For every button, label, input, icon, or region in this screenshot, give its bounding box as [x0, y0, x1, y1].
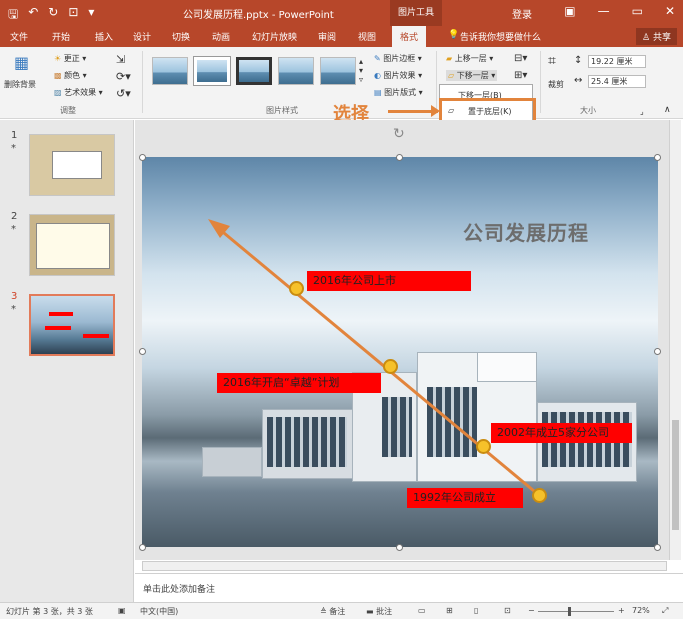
timeline-dot[interactable] — [532, 488, 547, 503]
scroll-thumb[interactable] — [672, 420, 679, 530]
timeline-label[interactable]: 1992年公司成立 — [407, 488, 523, 508]
timeline-dot[interactable] — [383, 359, 398, 374]
comment-icon: ▬ — [366, 607, 377, 616]
timeline-dot[interactable] — [289, 281, 304, 296]
slide-info: 幻灯片 第 3 张，共 3 张 — [6, 607, 93, 616]
spellcheck-icon[interactable]: ▣ — [118, 606, 126, 615]
timeline-label[interactable]: 2016年开启“卓越”计划 — [217, 373, 381, 393]
zoom-level[interactable]: 72% — [632, 606, 650, 615]
zoom-out-icon[interactable]: − — [528, 606, 535, 615]
language-indicator[interactable]: 中文(中国) — [140, 606, 178, 617]
comments-button[interactable]: ▬ 批注 — [366, 606, 392, 617]
timeline-label[interactable]: 2002年成立5家分公司 — [491, 423, 632, 443]
slideshow-icon[interactable]: ⊡ — [504, 606, 511, 615]
timeline-dot[interactable] — [476, 439, 491, 454]
notes-pane[interactable]: 单击此处添加备注 — [135, 573, 683, 601]
reading-view-icon[interactable]: ▯ — [474, 606, 478, 615]
zoom-in-icon[interactable]: + — [618, 606, 625, 615]
notes-button[interactable]: ≜ 备注 — [320, 606, 345, 617]
vertical-scrollbar[interactable] — [669, 120, 681, 560]
zoom-slider[interactable] — [538, 611, 614, 612]
normal-view-icon[interactable]: ▭ — [418, 606, 426, 615]
fit-to-window-icon[interactable]: ⤢ — [662, 606, 668, 616]
timeline-label[interactable]: 2016年公司上市 — [307, 271, 471, 291]
zoom-slider-knob[interactable] — [568, 607, 571, 616]
notes-placeholder: 单击此处添加备注 — [143, 585, 216, 595]
status-bar: 幻灯片 第 3 张，共 3 张 ▣ 中文(中国) ≜ 备注 ▬ 批注 ▭ ⊞ ▯… — [0, 602, 683, 619]
slide-sorter-icon[interactable]: ⊞ — [446, 606, 453, 615]
timeline-arrow — [208, 219, 541, 498]
notes-icon: ≜ — [320, 607, 330, 616]
horizontal-scrollbar[interactable] — [142, 561, 667, 571]
timeline-line — [217, 226, 541, 498]
